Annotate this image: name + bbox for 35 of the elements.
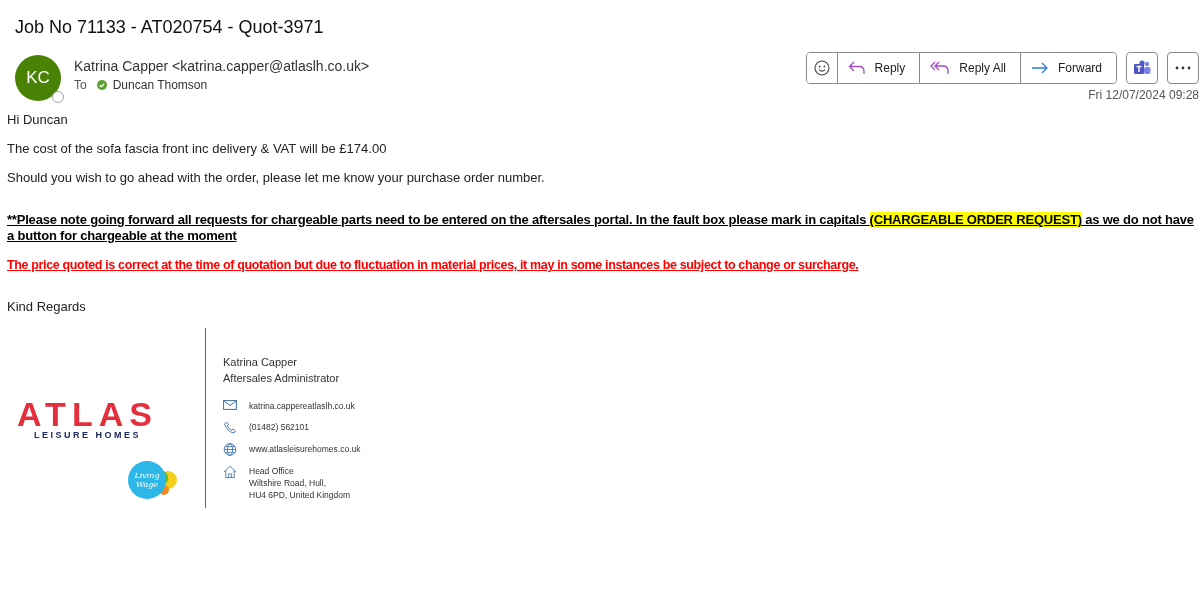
reply-arrow-icon <box>847 61 866 75</box>
sender-name: Katrina Capper <katrina.capper@atlaslh.co.uk> <box>74 58 370 74</box>
teams-button[interactable] <box>1126 52 1158 84</box>
address-text: HU4 6PD, United Kingdom <box>249 489 351 501</box>
body-text: Kind Regards <box>7 299 87 315</box>
forward-arrow-icon <box>1031 62 1049 74</box>
body-text: Hi Duncan <box>7 112 69 128</box>
signature-name: Katrina Capper <box>223 355 298 370</box>
more-button[interactable] <box>1167 52 1199 84</box>
received-date: Fri 12/07/2024 09:28 <box>1088 88 1199 102</box>
body-text: The cost of the sofa fascia front inc delivery & VAT will be £174.00 <box>7 141 388 157</box>
double-reply-arrow-icon <box>930 61 951 75</box>
teams-icon <box>1133 60 1151 76</box>
to-label: To <box>74 78 87 92</box>
email-text: katrina.cappereatlaslh.co.uk <box>249 400 355 412</box>
phone-text: (01482) 562101 <box>249 421 310 433</box>
recipient-name[interactable]: Duncan Thomson <box>112 78 208 92</box>
more-icon <box>1175 66 1191 70</box>
email-subject: Job No 71133 - AT020754 - Quot-3971 <box>14 16 325 39</box>
notice-text: **Please note going forward all requests for chargeable parts need to be entered on the aftersales portal. In the fault box please mark in capitals (CHARGEABLE ORDER REQUEST) as we do not have a button for chargeable at the moment <box>7 212 1194 244</box>
signature-role: Aftersales Administrator <box>223 371 341 386</box>
company-logo: ATLAS LEISURE HOMES <box>17 398 158 440</box>
address-text: Wiltshire Road, Hull, <box>249 477 327 489</box>
forward-button[interactable]: Forward <box>1020 53 1116 83</box>
warning-text: The price quoted is correct at the time of quotation but due to fluctuation in material prices, it may in some instances be subject to change or surcharge. <box>7 257 860 273</box>
smiley-icon <box>813 60 830 76</box>
globe-icon <box>223 443 237 456</box>
house-icon <box>223 465 237 479</box>
presence-icon <box>52 91 64 103</box>
envelope-icon <box>223 400 237 410</box>
body-text: Should you wish to go ahead with the order, please let me know your purchase order number. <box>7 170 546 186</box>
address-text: Head Office <box>249 465 295 477</box>
phone-icon <box>223 421 237 434</box>
sender-avatar: KC <box>15 55 61 101</box>
web-text: www.atlasleisurehomes.co.uk <box>249 443 361 455</box>
